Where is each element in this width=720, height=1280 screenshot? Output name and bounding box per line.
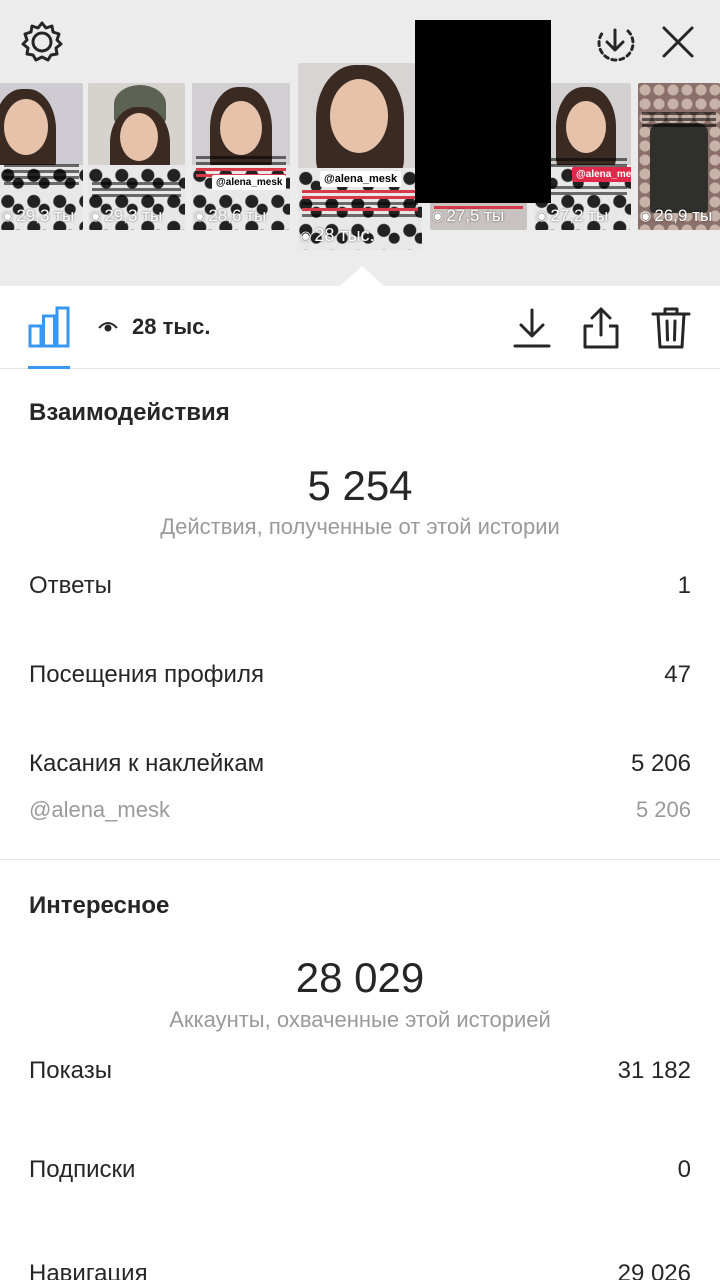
discovery-caption: Аккаунты, охваченные этой историей — [169, 1007, 551, 1032]
thumbnail-views: ◉ 27,2 ты — [536, 206, 609, 225]
metric-row-sticker-taps: Касания к наклейкам 5 206 — [29, 750, 691, 778]
metric-value: 5 206 — [630, 750, 691, 777]
thumbnail-views: ◉ 28,6 ты — [194, 206, 267, 225]
metric-value: 31 182 — [617, 1057, 691, 1084]
trash-icon[interactable] — [650, 306, 692, 350]
metric-row-impressions: Показы 31 182 — [29, 1057, 691, 1085]
metric-row-replies: Ответы 1 — [29, 572, 691, 600]
insights-toolbar: 28 тыс. — [0, 286, 720, 369]
mention-sticker: @alena_mesk — [212, 175, 287, 190]
eye-icon: ◉ — [2, 208, 14, 223]
story-views: 28 тыс. — [98, 314, 211, 340]
thumbnail-views: ◉ 26,9 ты — [640, 206, 713, 225]
metric-subrow-mention: @alena_mesk 5 206 — [29, 797, 691, 823]
mention-sticker: @alena_mesk — [572, 167, 631, 182]
metric-label: Навигация — [29, 1260, 148, 1280]
circle-download-icon[interactable] — [593, 20, 637, 64]
interactions-caption: Действия, полученные от этой истории — [160, 514, 560, 539]
story-thumbnail[interactable]: ◉ 26,9 ты — [638, 83, 720, 230]
discovery-total: 28 029 — [295, 954, 425, 1001]
redacted-area — [415, 20, 551, 203]
eye-icon: ◉ — [536, 208, 548, 223]
story-thumbnail[interactable]: ◉ 29,3 ты — [88, 83, 185, 230]
mention-sticker: @alena_mesk — [320, 171, 402, 187]
story-thumbnail-selected[interactable]: @alena_mesk ◉ 28 тыс. — [298, 63, 422, 250]
thumbnail-views: ◉ 27,5 ты — [432, 206, 505, 225]
thumbnail-views: ◉ 29,3 ты — [2, 206, 75, 225]
metric-value: 29 026 — [617, 1260, 691, 1280]
close-icon[interactable] — [656, 20, 700, 64]
download-icon[interactable] — [511, 306, 553, 350]
active-tab-indicator — [28, 366, 70, 369]
metric-label: Касания к наклейкам — [29, 750, 265, 777]
metric-subvalue: 5 206 — [635, 797, 691, 822]
eye-icon — [98, 322, 118, 332]
views-label: 28 тыс. — [132, 314, 211, 339]
eye-icon: ◉ — [300, 227, 312, 243]
eye-icon: ◉ — [194, 208, 206, 223]
bar-chart-icon[interactable] — [28, 306, 70, 348]
eye-icon: ◉ — [640, 208, 652, 223]
eye-icon: ◉ — [90, 208, 102, 223]
metric-value: 1 — [677, 572, 691, 599]
share-icon[interactable] — [580, 306, 622, 350]
metric-row-follows: Подписки 0 — [29, 1156, 691, 1184]
thumbnail-views: ◉ 28 тыс. — [300, 225, 375, 245]
metric-value: 0 — [677, 1156, 691, 1183]
discovery-title: Интересное — [29, 892, 170, 919]
metric-sublabel: @alena_mesk — [29, 797, 170, 822]
metric-row-navigation: Навигация 29 026 — [29, 1260, 691, 1280]
story-thumbnail[interactable]: ◉ 29,3 ты — [0, 83, 83, 230]
metric-label: Ответы — [29, 572, 112, 599]
metric-row-profile-visits: Посещения профиля 47 — [29, 661, 691, 689]
thumbnail-views: ◉ 29,3 ты — [90, 206, 163, 225]
metric-label: Показы — [29, 1057, 112, 1084]
eye-icon: ◉ — [432, 208, 444, 223]
metric-label: Подписки — [29, 1156, 136, 1183]
metric-value: 47 — [664, 661, 691, 688]
interactions-title: Взаимодействия — [29, 399, 230, 426]
story-thumbnail[interactable]: @alena_mesk ◉ 28,6 ты — [192, 83, 290, 230]
selected-pointer — [340, 266, 384, 286]
story-carousel-area: ◉ 29,3 ты ◉ 29,3 ты @alena_mesk ◉ 28,6 ты @… — [0, 0, 720, 286]
metric-label: Посещения профиля — [29, 661, 264, 688]
gear-icon[interactable] — [20, 20, 64, 64]
section-divider — [0, 859, 720, 860]
interactions-total: 5 254 — [307, 462, 413, 509]
